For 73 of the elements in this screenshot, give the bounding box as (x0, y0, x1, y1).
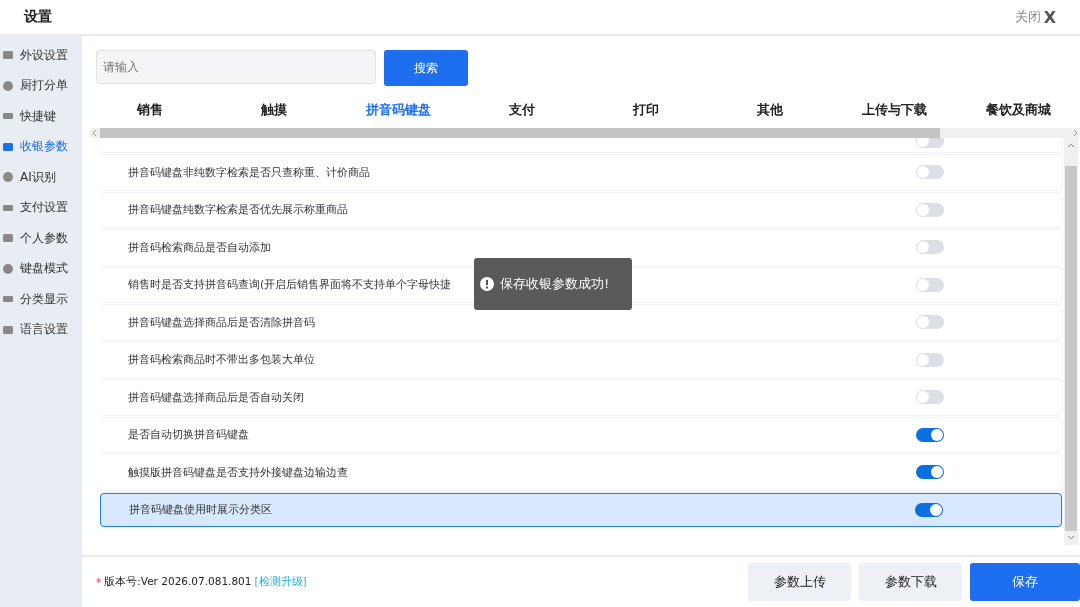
toggle-switch[interactable] (916, 465, 944, 480)
tab[interactable]: 餐饮及商城 (956, 96, 1080, 124)
menu-item-icon (2, 49, 14, 62)
tab[interactable]: 触摸 (212, 96, 336, 124)
setting-label: 拼音码键盘使用时展示分类区 (129, 502, 272, 518)
close-button[interactable]: 关闭 X (1014, 7, 1056, 27)
setting-row[interactable] (100, 138, 1062, 152)
footer-button[interactable]: 参数上传 (748, 563, 851, 601)
sidebar-item[interactable]: 外设设置 (0, 40, 82, 71)
setting-label: 是否自动切换拼音码键盘 (128, 427, 249, 443)
toggle-switch[interactable] (916, 427, 944, 442)
search-button[interactable]: 搜索 (384, 50, 468, 86)
setting-label: 拼音码检索商品是否自动添加 (128, 239, 271, 255)
tab[interactable]: 其他 (708, 96, 832, 124)
setting-row[interactable]: 拼音码键盘纯数字检索是否优先展示称重商品 (100, 192, 1062, 227)
setting-row[interactable]: 拼音码检索商品是否自动添加 (100, 230, 1062, 265)
sidebar-item[interactable]: 分类显示 (0, 284, 82, 315)
toggle-switch[interactable] (916, 390, 944, 405)
sidebar-item[interactable]: AI识别 (0, 162, 82, 193)
menu-item-icon (2, 140, 14, 153)
scroll-up-icon[interactable] (1067, 142, 1075, 148)
sidebar-item[interactable]: 键盘模式 (0, 253, 82, 284)
setting-label: 拼音码键盘选择商品后是否自动关闭 (128, 389, 304, 405)
toggle-switch[interactable] (916, 240, 944, 255)
sidebar-item[interactable]: 个人参数 (0, 223, 82, 254)
setting-label: 拼音码检索商品时不带出多包装大单位 (128, 352, 315, 368)
setting-label: 触摸版拼音码键盘是否支持外接键盘边输边查 (128, 464, 348, 480)
menu-item-icon (2, 262, 14, 275)
setting-row[interactable]: 触摸版拼音码键盘是否支持外接键盘边输边查 (100, 455, 1062, 490)
toggle-switch[interactable] (916, 315, 944, 330)
setting-label: 拼音码键盘纯数字检索是否优先展示称重商品 (128, 202, 348, 218)
setting-row[interactable]: 拼音码键盘非纯数字检索是否只查称重、计价商品 (100, 155, 1062, 190)
setting-row[interactable]: 拼音码键盘选择商品后是否清除拼音码 (100, 305, 1062, 340)
footer-button[interactable]: 参数下载 (859, 563, 962, 601)
footer-button[interactable]: 保存 (970, 563, 1080, 601)
menu-item-icon (2, 323, 14, 336)
tab[interactable]: 支付 (460, 96, 584, 124)
alert-icon (480, 277, 494, 291)
toggle-switch[interactable] (916, 138, 944, 148)
sidebar-item[interactable]: 快捷键 (0, 101, 82, 132)
scroll-down-icon[interactable] (1067, 535, 1075, 541)
sidebar-item[interactable]: 支付设置 (0, 192, 82, 223)
scroll-right-icon[interactable] (1072, 129, 1078, 137)
search-field[interactable]: 请输入 (96, 50, 376, 84)
horizontal-scrollbar[interactable] (90, 128, 1080, 138)
required-mark: * (96, 576, 102, 588)
setting-label: 销售时是否支持拼音码查询(开启后销售界面将不支持单个字母快捷 (128, 277, 452, 293)
toggle-switch[interactable] (916, 165, 944, 180)
setting-row[interactable]: 拼音码键盘选择商品后是否自动关闭 (100, 380, 1062, 415)
setting-row[interactable]: 拼音码检索商品时不带出多包装大单位 (100, 342, 1062, 377)
sidebar-item[interactable]: 厨打分单 (0, 70, 82, 101)
setting-row[interactable]: 拼音码键盘使用时展示分类区 (100, 492, 1062, 527)
tab[interactable]: 拼音码键盘 (336, 96, 460, 124)
tab[interactable]: 销售 (88, 96, 212, 124)
menu-item-icon (2, 171, 14, 184)
sidebar-item[interactable]: 语言设置 (0, 314, 82, 345)
toggle-switch[interactable] (916, 277, 944, 292)
vertical-scrollbar[interactable] (1064, 138, 1078, 545)
setting-label: 拼音码键盘选择商品后是否清除拼音码 (128, 314, 315, 330)
setting-label: 拼音码键盘非纯数字检索是否只查称重、计价商品 (128, 164, 370, 180)
tab[interactable]: 上传与下载 (832, 96, 956, 124)
scroll-left-icon[interactable] (92, 129, 98, 137)
sidebar-item[interactable]: 收银参数 (0, 131, 82, 162)
menu-item-icon (2, 79, 14, 92)
toggle-switch[interactable] (916, 202, 944, 217)
toggle-switch[interactable] (916, 352, 944, 367)
setting-row[interactable]: 是否自动切换拼音码键盘 (100, 417, 1062, 452)
window-title: 设置 (24, 8, 52, 26)
version-text: 版本号:Ver 2026.07.081.801 (104, 575, 252, 589)
tab[interactable]: 打印 (584, 96, 708, 124)
menu-item-icon (2, 232, 14, 245)
toast-message: 保存收银参数成功! (474, 258, 632, 310)
toggle-switch[interactable] (915, 502, 943, 517)
